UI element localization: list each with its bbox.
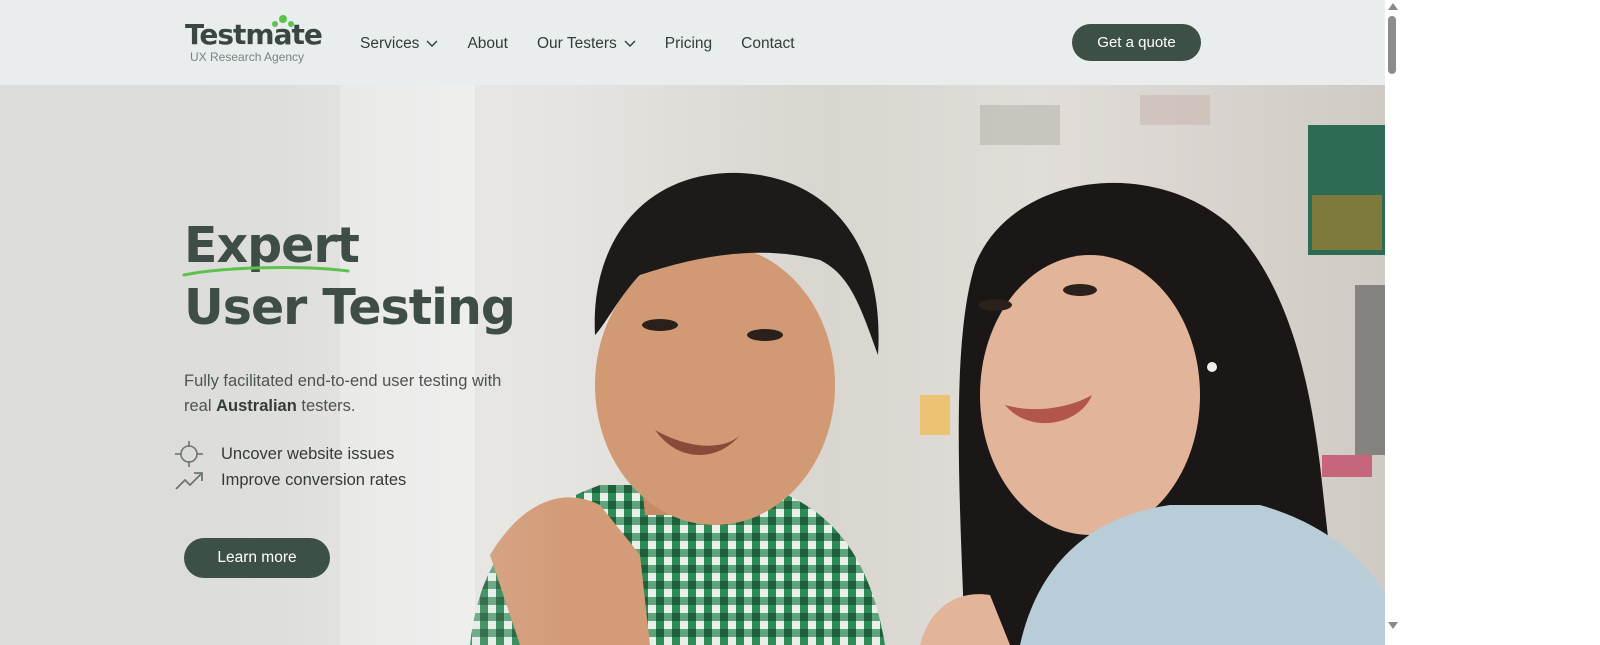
nav-item-label: Our Testers bbox=[536, 35, 617, 52]
nav-item-label: About bbox=[467, 35, 508, 52]
underline-swoosh-icon bbox=[182, 266, 350, 277]
nav-item-pricing[interactable]: Pricing bbox=[665, 34, 712, 54]
get-a-quote-button[interactable]: Get a quote bbox=[1072, 24, 1201, 61]
learn-more-button[interactable]: Learn more bbox=[184, 538, 330, 578]
hero-title-line2: User Testing bbox=[184, 279, 516, 336]
page-scrollbar[interactable] bbox=[1385, 0, 1400, 645]
hero-description: Fully facilitated end-to-end user testin… bbox=[184, 369, 514, 419]
hero-content: Expert User Testing Fully facilitated en… bbox=[175, 215, 516, 493]
chevron-down-icon bbox=[624, 40, 636, 47]
feature-item: Uncover website issues bbox=[175, 441, 515, 467]
hero-desc-bold: Australian bbox=[216, 397, 297, 415]
nav-item-label: Pricing bbox=[664, 35, 713, 52]
feature-text: Improve conversion rates bbox=[221, 470, 407, 489]
nav-item-contact[interactable]: Contact bbox=[741, 34, 794, 54]
feature-list: Uncover website issues Improve conversio… bbox=[175, 441, 515, 493]
scrollbar-thumb[interactable] bbox=[1388, 16, 1396, 74]
logo[interactable]: Testmate UX Research Agency bbox=[185, 14, 325, 66]
chevron-down-icon bbox=[426, 40, 438, 47]
trending-up-icon bbox=[175, 472, 203, 490]
logo-wordmark: Testmate bbox=[185, 18, 323, 51]
nav-item-label: Services bbox=[360, 35, 420, 52]
main-nav: Services About Our Testers Pricing Conta… bbox=[360, 34, 824, 54]
nav-item-label: Contact bbox=[741, 35, 795, 52]
browser-viewport: Testmate UX Research Agency Services Abo… bbox=[0, 0, 1385, 645]
nav-item-about[interactable]: About bbox=[467, 34, 508, 54]
feature-item: Improve conversion rates bbox=[175, 467, 515, 493]
scroll-down-arrow-icon[interactable] bbox=[1388, 622, 1398, 629]
site-header: Testmate UX Research Agency Services Abo… bbox=[0, 0, 1385, 85]
scroll-up-arrow-icon[interactable] bbox=[1388, 3, 1398, 10]
target-icon bbox=[175, 441, 203, 467]
nav-item-our-testers[interactable]: Our Testers bbox=[537, 34, 636, 54]
feature-text: Uncover website issues bbox=[221, 444, 395, 463]
logo-tagline: UX Research Agency bbox=[190, 50, 305, 64]
hero-title-line1: Expert bbox=[182, 215, 360, 277]
nav-item-services[interactable]: Services bbox=[360, 34, 438, 54]
hero-desc-part: testers. bbox=[296, 397, 356, 415]
hero-title: Expert User Testing bbox=[182, 215, 516, 339]
hero-section: Expert User Testing Fully facilitated en… bbox=[0, 85, 1385, 645]
